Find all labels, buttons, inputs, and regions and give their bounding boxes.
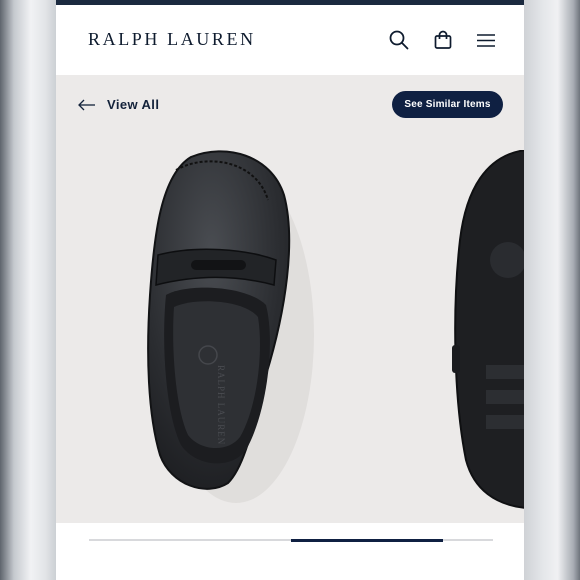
see-similar-items-button[interactable]: See Similar Items <box>392 91 503 118</box>
arrow-left-icon <box>78 99 96 111</box>
menu-icon[interactable] <box>475 29 497 51</box>
image-progress-indicator <box>291 538 443 542</box>
loafer-sole-image-partial <box>452 150 524 509</box>
insole-brand-text: RALPH LAUREN <box>216 365 226 445</box>
product-image-gallery[interactable]: View All See Similar Items RALPH LAUREN <box>56 75 524 523</box>
view-all-label: View All <box>107 97 160 112</box>
loafer-product-image: RALPH LAUREN <box>147 150 314 503</box>
search-icon[interactable] <box>388 29 410 51</box>
shopping-bag-icon[interactable] <box>432 29 454 51</box>
gallery-footer <box>56 523 524 580</box>
background-right-edge <box>524 0 580 580</box>
background-left-edge <box>0 0 56 580</box>
phone-screen: RALPH LAUREN View All See Similar Items <box>56 0 524 580</box>
view-all-link[interactable]: View All <box>78 97 159 112</box>
image-progress-bar[interactable] <box>89 538 493 542</box>
site-header: RALPH LAUREN <box>56 5 524 75</box>
brand-logo[interactable]: RALPH LAUREN <box>88 29 256 50</box>
